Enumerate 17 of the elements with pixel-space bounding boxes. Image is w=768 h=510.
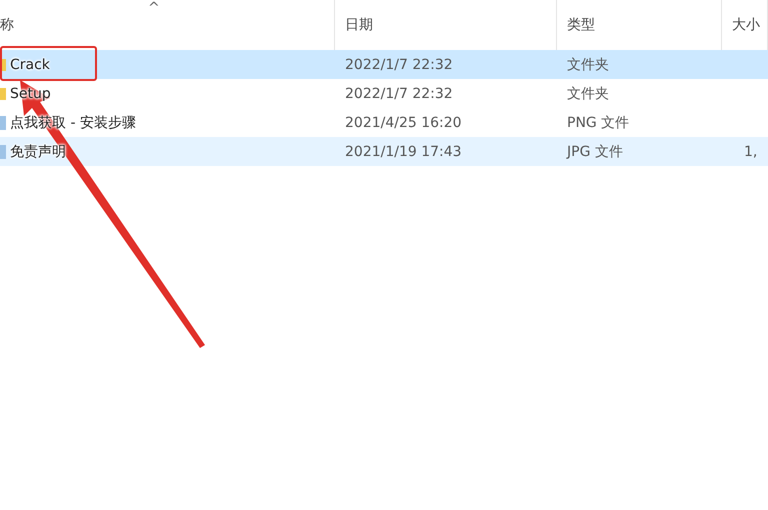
file-row[interactable]: 免责声明 2021/1/19 17:43 JPG 文件 1, bbox=[0, 137, 768, 166]
type-cell-text: JPG 文件 bbox=[565, 142, 624, 160]
column-header[interactable]: 类型 bbox=[567, 16, 595, 34]
type-cell-text: 文件夹 bbox=[566, 84, 610, 102]
column-header[interactable]: 日期 bbox=[345, 16, 373, 34]
column-header[interactable]: 称 bbox=[0, 16, 14, 34]
size-cell-text: 1, bbox=[743, 144, 758, 160]
date-cell-text: 2022/1/7 22:32 bbox=[344, 56, 454, 72]
file-name: Crack bbox=[10, 56, 50, 72]
date-cell-text: 2021/1/19 17:43 bbox=[344, 144, 463, 160]
file-name: 免责声明 bbox=[10, 142, 66, 160]
type-cell-text: 文件夹 bbox=[566, 56, 610, 74]
type-cell-text: PNG 文件 bbox=[566, 114, 630, 132]
column-header[interactable]: 大小 bbox=[732, 16, 760, 34]
sort-caret: ^ bbox=[148, 0, 160, 16]
date-cell-text: 2022/1/7 22:32 bbox=[344, 86, 454, 102]
date-cell-text: 2021/4/25 16:20 bbox=[344, 114, 463, 130]
